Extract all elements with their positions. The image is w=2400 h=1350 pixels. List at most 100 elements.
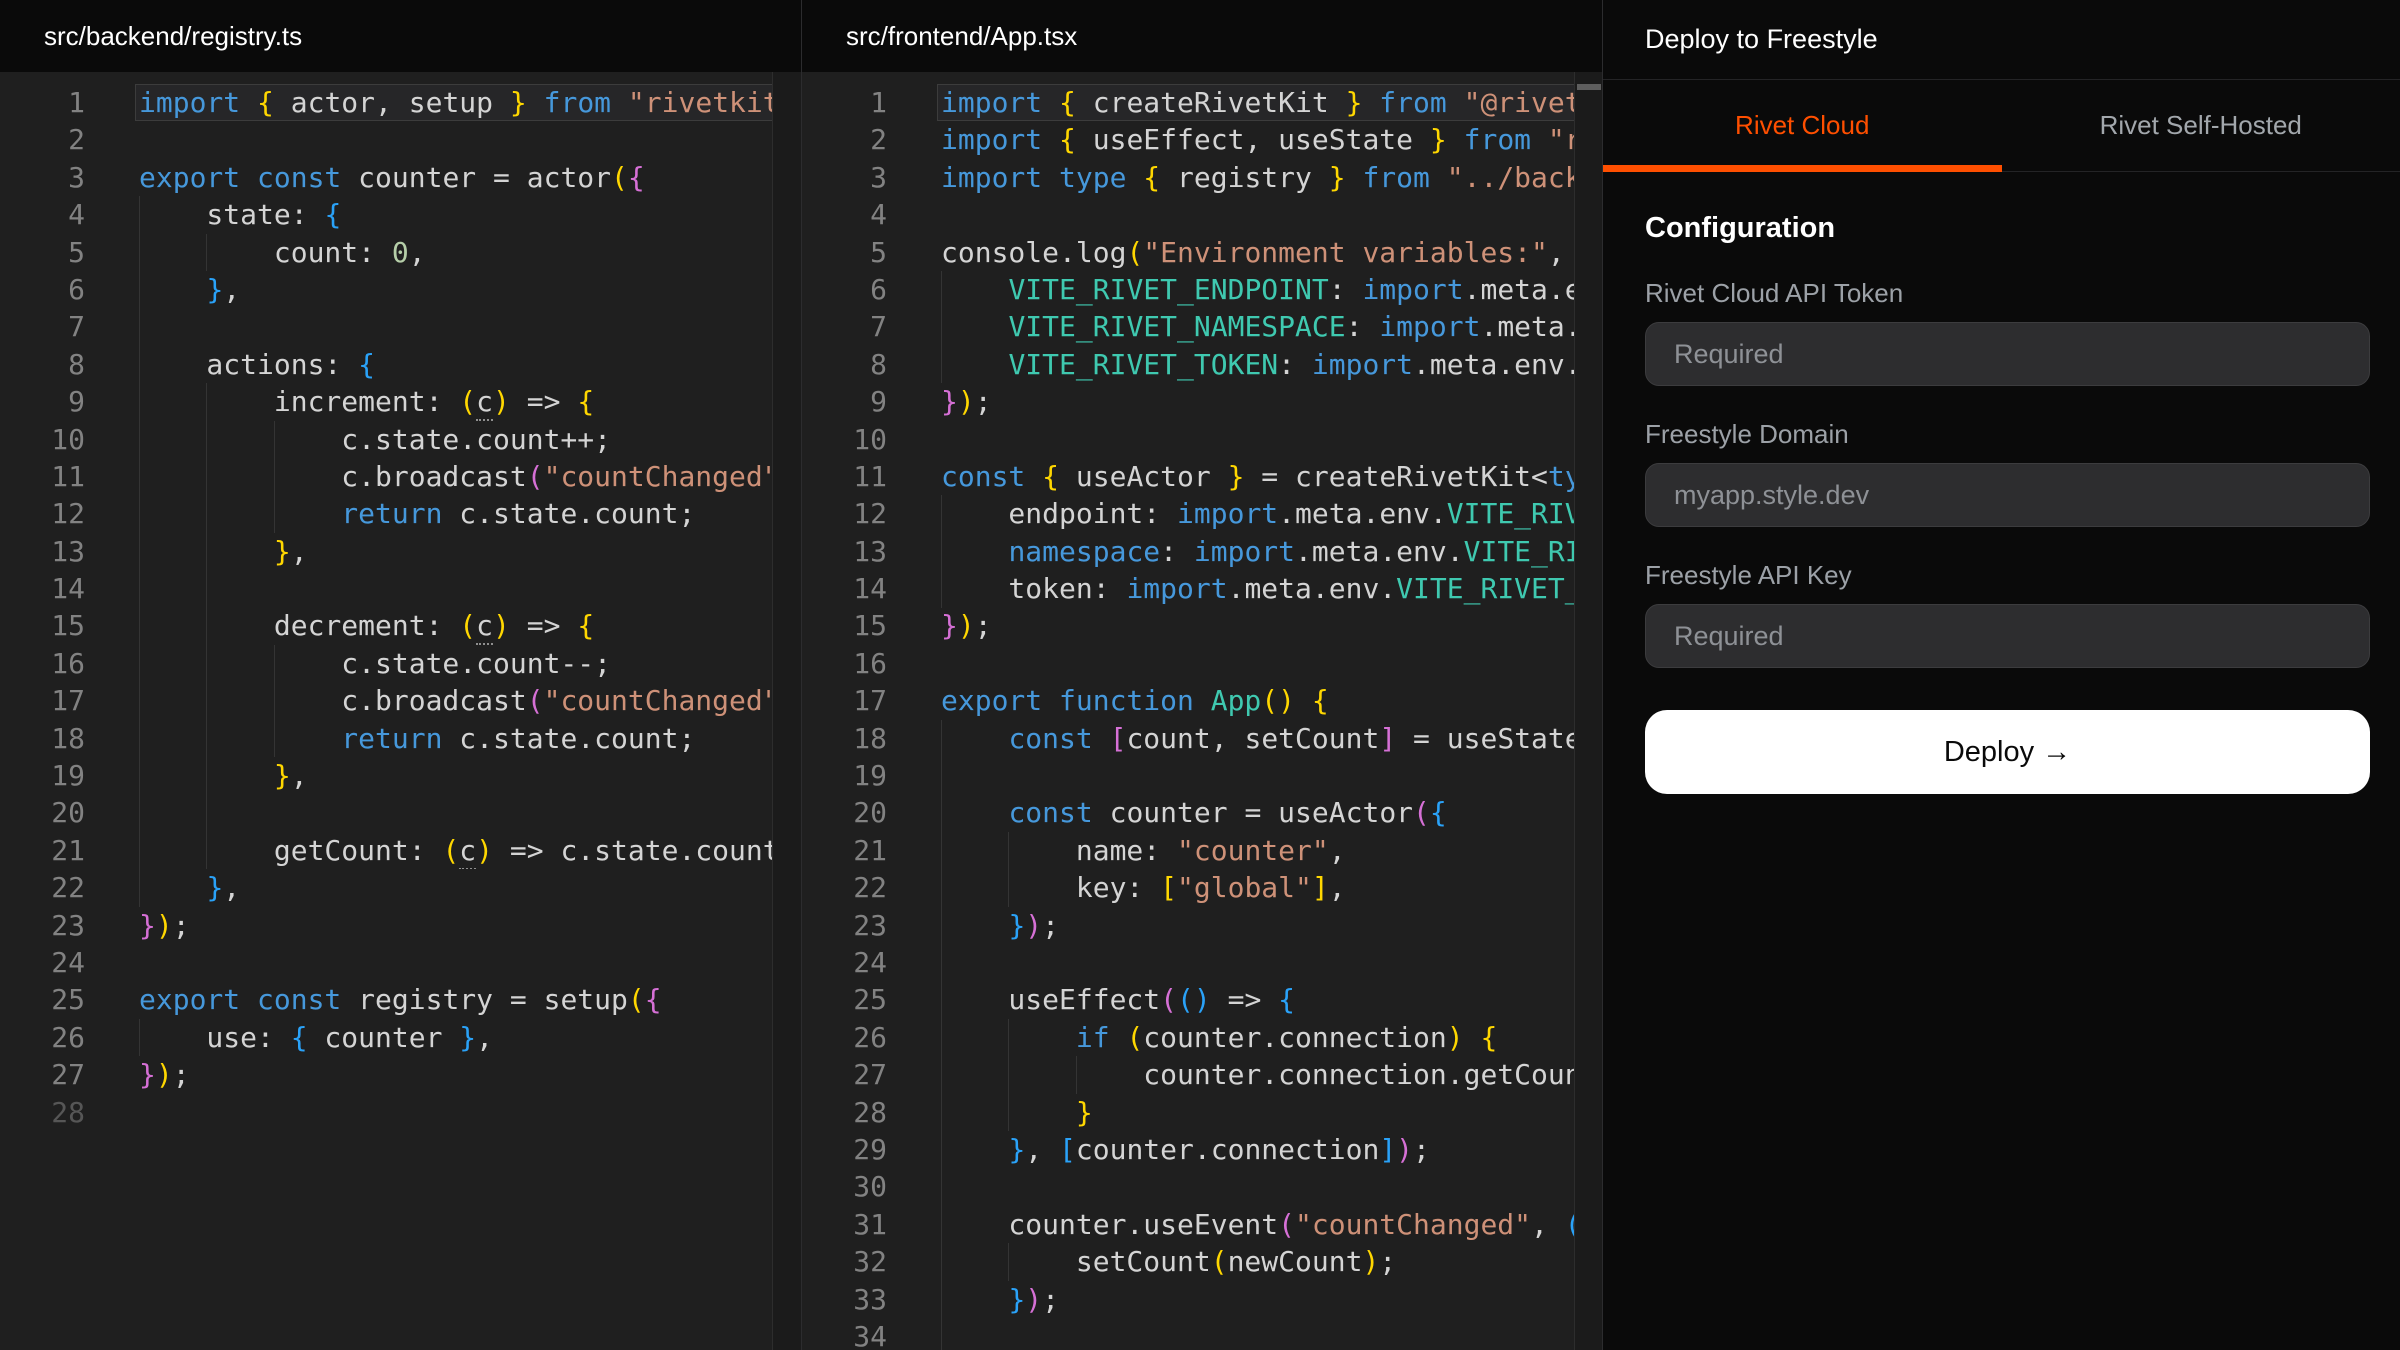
- code-lines: 1import { actor, setup } from "rivetkit"…: [0, 84, 801, 1131]
- code-line[interactable]: 28 }: [802, 1094, 1603, 1131]
- code-line[interactable]: 20 const counter = useActor({: [802, 794, 1603, 831]
- code-line[interactable]: 9});: [802, 383, 1603, 420]
- deploy-button[interactable]: Deploy →: [1645, 710, 2370, 794]
- code-line[interactable]: 15});: [802, 607, 1603, 644]
- line-number: 33: [802, 1281, 887, 1318]
- code-line[interactable]: 4 state: {: [0, 196, 801, 233]
- code-line[interactable]: 17 c.broadcast("countChanged", c.state.c…: [0, 682, 801, 719]
- code-line[interactable]: 21 name: "counter",: [802, 832, 1603, 869]
- code-line[interactable]: 8 actions: {: [0, 346, 801, 383]
- line-number: 26: [802, 1019, 887, 1056]
- code-line[interactable]: 13 namespace: import.meta.env.VITE_RIVET…: [802, 533, 1603, 570]
- code-line[interactable]: 13 },: [0, 533, 801, 570]
- code-text: use: { counter },: [135, 1019, 773, 1056]
- code-text: });: [937, 383, 1575, 420]
- code-line[interactable]: 3export const counter = actor({: [0, 159, 801, 196]
- code-line[interactable]: 2: [0, 121, 801, 158]
- code-line[interactable]: 10: [802, 421, 1603, 458]
- code-line[interactable]: 30: [802, 1168, 1603, 1205]
- code-line[interactable]: 3import type { registry } from "../backe…: [802, 159, 1603, 196]
- freestyle-domain-input[interactable]: [1645, 463, 2370, 527]
- code-line[interactable]: 26 use: { counter },: [0, 1019, 801, 1056]
- code-line[interactable]: 18 return c.state.count;: [0, 720, 801, 757]
- line-number: 29: [802, 1131, 887, 1168]
- code-text: [135, 308, 773, 345]
- code-line[interactable]: 19 },: [0, 757, 801, 794]
- code-editor-app[interactable]: 1import { createRivetKit } from "@rivetk…: [802, 72, 1603, 1350]
- code-line[interactable]: 20: [0, 794, 801, 831]
- code-line[interactable]: 16: [802, 645, 1603, 682]
- code-line[interactable]: 24: [0, 944, 801, 981]
- editor-panel-registry: src/backend/registry.ts 1import { actor,…: [0, 0, 801, 1350]
- code-line[interactable]: 24: [802, 944, 1603, 981]
- code-line[interactable]: 12 endpoint: import.meta.env.VITE_RIVET_…: [802, 495, 1603, 532]
- code-line[interactable]: 18 const [count, setCount] = useState(0)…: [802, 720, 1603, 757]
- code-line[interactable]: 16 c.state.count--;: [0, 645, 801, 682]
- code-line[interactable]: 7: [0, 308, 801, 345]
- tab-rivet-self-hosted[interactable]: Rivet Self-Hosted: [2002, 80, 2400, 171]
- code-line[interactable]: 34: [802, 1318, 1603, 1350]
- tab-rivet-cloud[interactable]: Rivet Cloud: [1603, 80, 2002, 171]
- line-number: 19: [802, 757, 887, 794]
- code-line[interactable]: 1import { createRivetKit } from "@rivetk…: [802, 84, 1603, 121]
- code-line[interactable]: 23 });: [802, 907, 1603, 944]
- line-number: 10: [802, 421, 887, 458]
- code-text: name: "counter",: [937, 832, 1575, 869]
- freestyle-api-key-label: Freestyle API Key: [1645, 560, 2370, 591]
- code-line[interactable]: 31 counter.useEvent("countChanged", (new…: [802, 1206, 1603, 1243]
- code-editor-registry[interactable]: 1import { actor, setup } from "rivetkit"…: [0, 72, 801, 1350]
- code-text: key: ["global"],: [937, 869, 1575, 906]
- code-line[interactable]: 25 useEffect(() => {: [802, 981, 1603, 1018]
- code-line[interactable]: 26 if (counter.connection) {: [802, 1019, 1603, 1056]
- code-line[interactable]: 27});: [0, 1056, 801, 1093]
- code-line[interactable]: 5 console.log("Environment variables:", {: [802, 234, 1603, 271]
- code-line[interactable]: 22 },: [0, 869, 801, 906]
- code-line[interactable]: 22 key: ["global"],: [802, 869, 1603, 906]
- line-number: 2: [802, 121, 887, 158]
- deploy-panel-title: Deploy to Freestyle: [1645, 24, 1878, 55]
- code-line[interactable]: 2import { useEffect, useState } from "re…: [802, 121, 1603, 158]
- line-number: 18: [0, 720, 85, 757]
- code-line[interactable]: 29 }, [counter.connection]);: [802, 1131, 1603, 1168]
- api-token-input[interactable]: [1645, 322, 2370, 386]
- line-number: 34: [802, 1318, 887, 1350]
- code-line[interactable]: 28: [0, 1094, 801, 1131]
- code-line[interactable]: 6 },: [0, 271, 801, 308]
- line-number: 17: [802, 682, 887, 719]
- line-number: 5: [802, 234, 887, 271]
- code-line[interactable]: 33 });: [802, 1281, 1603, 1318]
- vertical-scrollbar[interactable]: [772, 72, 801, 1350]
- line-number: 17: [0, 682, 85, 719]
- code-line[interactable]: 21 getCount: (c) => c.state.count,: [0, 832, 801, 869]
- code-line[interactable]: 7 VITE_RIVET_NAMESPACE: import.meta.env.…: [802, 308, 1603, 345]
- code-line[interactable]: 32 setCount(newCount);: [802, 1243, 1603, 1280]
- code-line[interactable]: 15 decrement: (c) => {: [0, 607, 801, 644]
- code-line[interactable]: 19: [802, 757, 1603, 794]
- vertical-scrollbar[interactable]: [1574, 72, 1603, 1350]
- code-line[interactable]: 6 VITE_RIVET_ENDPOINT: import.meta.env.V…: [802, 271, 1603, 308]
- code-line[interactable]: 4: [802, 196, 1603, 233]
- code-text: const counter = useActor({: [937, 794, 1575, 831]
- code-line[interactable]: 11 c.broadcast("countChanged", c.state.c…: [0, 458, 801, 495]
- code-line[interactable]: 25export const registry = setup({: [0, 981, 801, 1018]
- code-line[interactable]: 23});: [0, 907, 801, 944]
- code-line[interactable]: 12 return c.state.count;: [0, 495, 801, 532]
- code-text: [135, 570, 773, 607]
- code-line[interactable]: 14 token: import.meta.env.VITE_RIVET_TOK…: [802, 570, 1603, 607]
- code-line[interactable]: 11const { useActor } = createRivetKit<ty…: [802, 458, 1603, 495]
- code-line[interactable]: 14: [0, 570, 801, 607]
- code-line[interactable]: 27 counter.connection.getCount().then(se…: [802, 1056, 1603, 1093]
- ide-screen: src/backend/registry.ts 1import { actor,…: [0, 0, 2400, 1350]
- code-line[interactable]: 9 increment: (c) => {: [0, 383, 801, 420]
- line-number: 19: [0, 757, 85, 794]
- code-line[interactable]: 5 count: 0,: [0, 234, 801, 271]
- code-text: [937, 944, 1575, 981]
- code-line[interactable]: 1import { actor, setup } from "rivetkit"…: [0, 84, 801, 121]
- code-line[interactable]: 10 c.state.count++;: [0, 421, 801, 458]
- editor-panel-app: src/frontend/App.tsx 1import { createRiv…: [801, 0, 1603, 1350]
- code-text: console.log("Environment variables:", {: [937, 234, 1575, 271]
- code-line[interactable]: 8 VITE_RIVET_TOKEN: import.meta.env.VITE…: [802, 346, 1603, 383]
- line-number: 14: [0, 570, 85, 607]
- freestyle-api-key-input[interactable]: [1645, 604, 2370, 668]
- code-line[interactable]: 17export function App() {: [802, 682, 1603, 719]
